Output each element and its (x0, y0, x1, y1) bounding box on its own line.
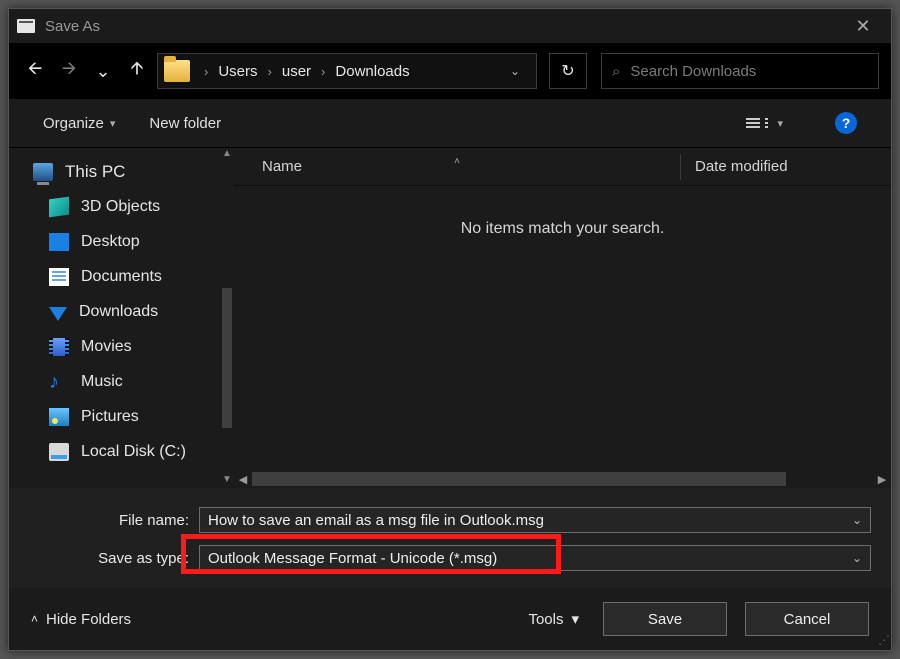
caret-down-icon: ▾ (571, 610, 579, 628)
hide-folders-button[interactable]: ˄ Hide Folders (31, 611, 131, 628)
search-input[interactable]: ⌕ Search Downloads (601, 53, 879, 89)
breadcrumb-dropdown[interactable]: ⌄ (500, 64, 530, 78)
tree-downloads[interactable]: Downloads (9, 294, 234, 329)
command-bar: Organize▾ New folder ▾ ? (9, 99, 891, 147)
empty-list-message: No items match your search. (234, 186, 891, 238)
file-name-label: File name: (29, 512, 199, 529)
recent-locations-button[interactable]: ⌄ (89, 55, 117, 87)
organize-button[interactable]: Organize▾ (43, 115, 115, 132)
film-icon (49, 338, 69, 356)
tree-pictures[interactable]: Pictures (9, 399, 234, 434)
folder-icon (164, 60, 190, 82)
caret-down-icon: ▾ (777, 117, 783, 130)
picture-icon (49, 408, 69, 426)
crumb-user[interactable]: user (280, 63, 313, 80)
save-button[interactable]: Save (603, 602, 727, 636)
cancel-button[interactable]: Cancel (745, 602, 869, 636)
search-placeholder: Search Downloads (630, 63, 756, 80)
dropdown-caret-icon[interactable]: ⌄ (852, 551, 862, 565)
window-title: Save As (45, 18, 100, 35)
tree-documents[interactable]: Documents (9, 259, 234, 294)
change-view-button[interactable]: ▾ (746, 117, 783, 130)
column-date-modified[interactable]: Date modified (681, 158, 891, 175)
chevron-up-icon: ˄ (31, 612, 38, 626)
column-headers: ˄ Name Date modified (234, 148, 891, 186)
breadcrumb[interactable]: › Users › user › Downloads ⌄ (157, 53, 537, 89)
chevron-right-icon[interactable]: › (317, 64, 329, 79)
save-as-type-label: Save as type: (29, 550, 199, 567)
chevron-right-icon[interactable]: › (200, 64, 212, 79)
music-icon: ♪ (49, 373, 69, 391)
dropdown-caret-icon[interactable]: ⌄ (852, 513, 862, 527)
tree-local-disk-c[interactable]: Local Disk (C:) (9, 434, 234, 469)
search-icon: ⌕ (612, 63, 620, 80)
scroll-right-icon[interactable]: ▶ (873, 473, 891, 486)
navigation-tree[interactable]: This PC 3D Objects Desktop Documents Dow… (9, 148, 234, 488)
crumb-users[interactable]: Users (216, 63, 259, 80)
scroll-thumb[interactable] (222, 288, 232, 428)
close-button[interactable]: ✕ (843, 16, 883, 37)
cube-icon (49, 196, 69, 217)
pc-icon (33, 163, 53, 181)
tree-desktop[interactable]: Desktop (9, 224, 234, 259)
caret-down-icon: ▾ (110, 117, 116, 130)
tree-3d-objects[interactable]: 3D Objects (9, 189, 234, 224)
save-as-type-select[interactable]: Outlook Message Format - Unicode (*.msg)… (199, 545, 871, 571)
forward-button[interactable]: 🡪 (55, 55, 83, 87)
save-as-dialog: Save As ✕ 🡨 🡪 ⌄ 🡩 › Users › user › Downl… (8, 8, 892, 651)
title-bar: Save As ✕ (9, 9, 891, 43)
horizontal-scrollbar[interactable]: ◀ ▶ (234, 470, 891, 488)
help-button[interactable]: ? (835, 112, 857, 134)
tree-music[interactable]: ♪Music (9, 364, 234, 399)
disk-icon (49, 443, 69, 461)
refresh-button[interactable]: ↻ (549, 53, 587, 89)
desktop-icon (49, 233, 69, 251)
address-bar: 🡨 🡪 ⌄ 🡩 › Users › user › Downloads ⌄ ↻ ⌕… (9, 43, 891, 99)
tree-scrollbar[interactable]: ▲ ▼ (220, 148, 234, 488)
document-icon (49, 268, 69, 286)
file-name-input[interactable]: How to save an email as a msg file in Ou… (199, 507, 871, 533)
download-icon (49, 307, 67, 321)
file-list[interactable]: ˄ Name Date modified No items match your… (234, 148, 891, 488)
resize-grip[interactable]: ⋰ (878, 633, 888, 647)
scroll-up-icon[interactable]: ▲ (220, 148, 234, 162)
tree-movies[interactable]: Movies (9, 329, 234, 364)
scroll-thumb[interactable] (252, 472, 786, 486)
column-name[interactable]: ˄ Name (234, 158, 680, 175)
dialog-footer: ˄ Hide Folders Tools▾ Save Cancel (9, 588, 891, 650)
up-button[interactable]: 🡩 (123, 55, 151, 87)
scroll-down-icon[interactable]: ▼ (220, 474, 234, 488)
crumb-downloads[interactable]: Downloads (333, 63, 411, 80)
new-folder-button[interactable]: New folder (149, 115, 221, 132)
chevron-right-icon[interactable]: › (264, 64, 276, 79)
tools-menu[interactable]: Tools▾ (528, 610, 579, 628)
back-button[interactable]: 🡨 (21, 55, 49, 87)
sort-asc-icon: ˄ (454, 156, 460, 167)
tree-this-pc[interactable]: This PC (9, 154, 234, 189)
scroll-left-icon[interactable]: ◀ (234, 473, 252, 486)
save-form: File name: How to save an email as a msg… (9, 488, 891, 588)
app-icon (17, 19, 35, 33)
